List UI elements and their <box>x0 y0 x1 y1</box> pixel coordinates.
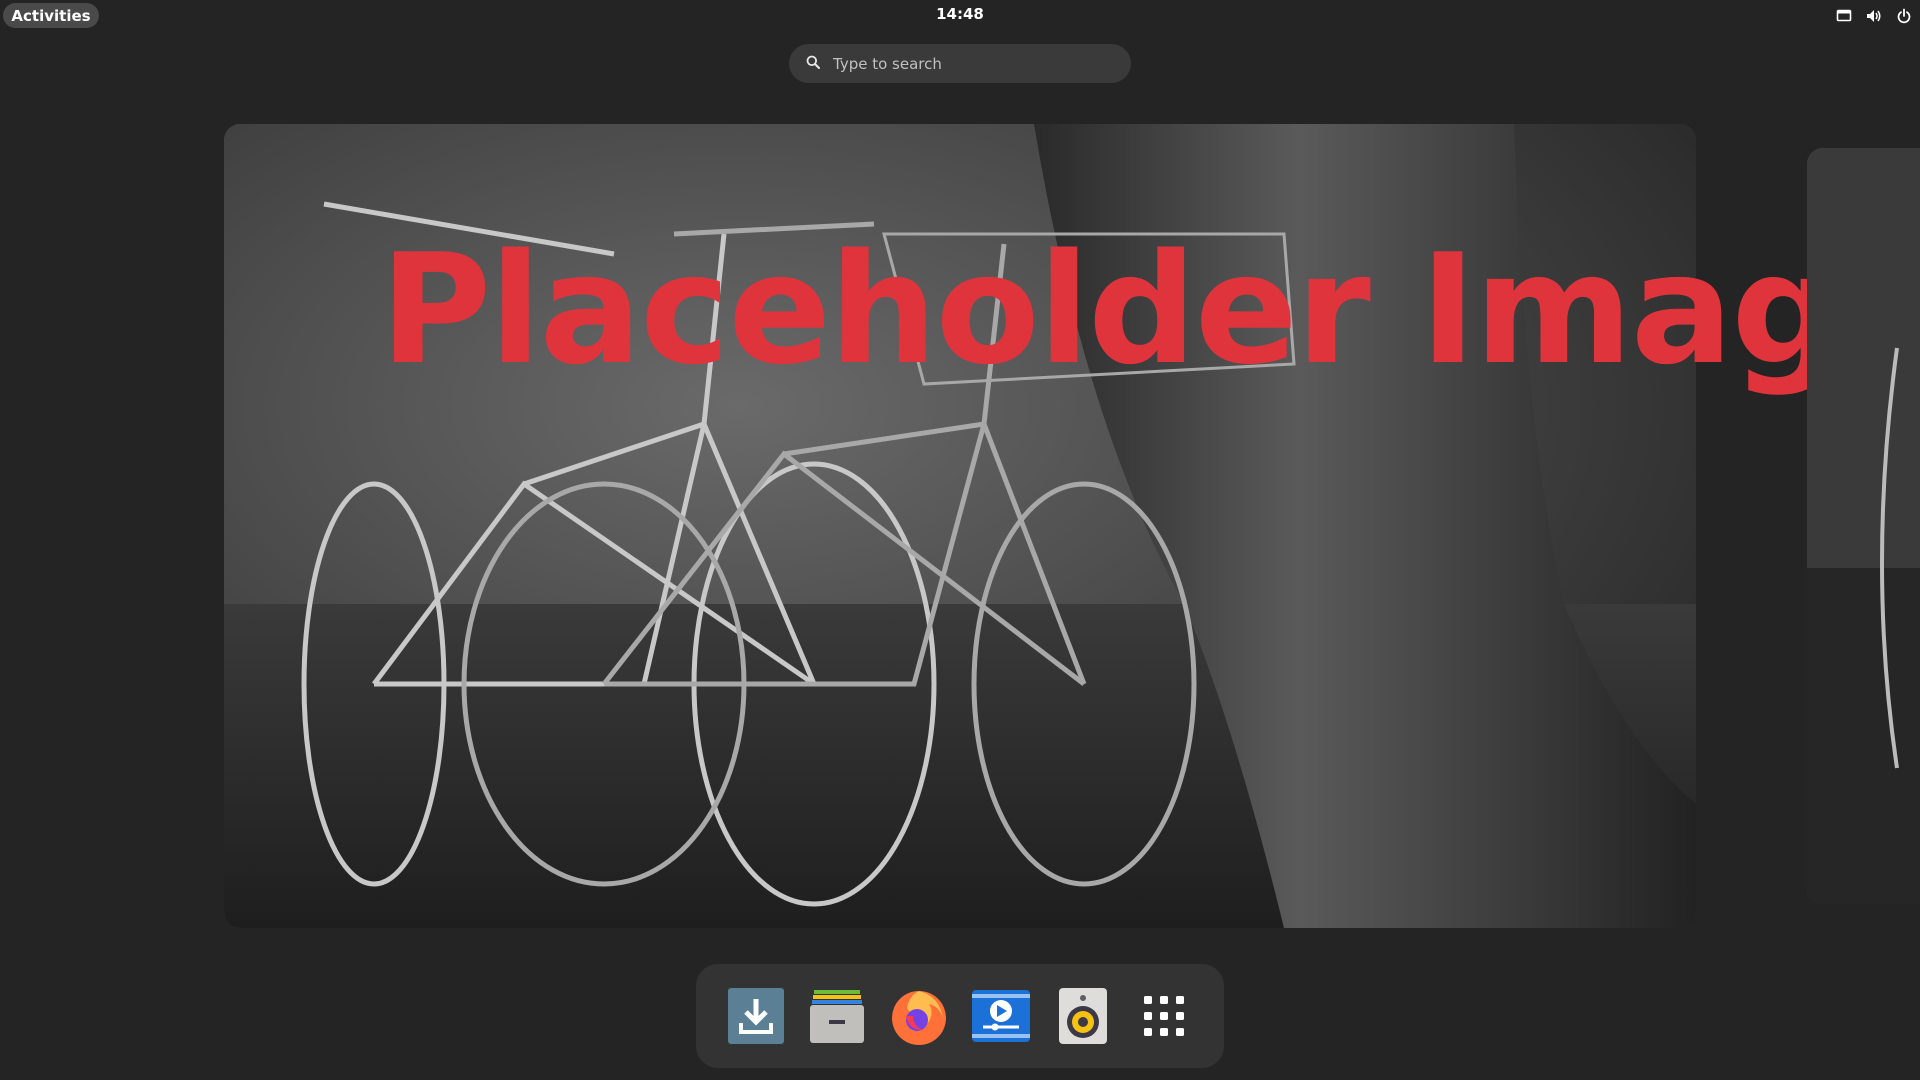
dash <box>696 964 1224 1068</box>
dash-item-video-player[interactable] <box>969 984 1033 1048</box>
volume-icon[interactable] <box>1866 8 1882 24</box>
dash-item-show-apps[interactable] <box>1132 984 1196 1048</box>
dash-item-speaker[interactable] <box>1051 984 1115 1048</box>
app-grid-icon <box>1144 996 1185 1036</box>
dash-item-firefox[interactable] <box>887 984 951 1048</box>
activities-button[interactable]: Activities <box>3 3 99 28</box>
workspace-thumbnail-next[interactable] <box>1807 148 1920 904</box>
dash-item-file-cabinet[interactable] <box>805 984 869 1048</box>
speaker-icon <box>1058 988 1107 1044</box>
clock[interactable]: 14:48 <box>910 5 1010 23</box>
dash-item-downloads[interactable] <box>724 984 788 1048</box>
wallpaper-image-next <box>1807 148 1920 904</box>
search-icon <box>806 54 820 73</box>
search-input[interactable] <box>831 53 1115 74</box>
wallpaper-placeholder-text: Placeholder Image <box>380 221 1920 398</box>
search-field[interactable] <box>789 44 1131 83</box>
firefox-icon <box>892 991 947 1045</box>
downloads-icon <box>727 988 784 1044</box>
video-player-icon <box>971 990 1030 1042</box>
power-icon[interactable] <box>1896 8 1912 24</box>
top-bar: Activities 14:48 <box>0 0 1920 31</box>
file-cabinet-icon <box>810 990 865 1043</box>
system-status-area[interactable] <box>1836 5 1912 27</box>
screen-icon[interactable] <box>1836 8 1852 24</box>
